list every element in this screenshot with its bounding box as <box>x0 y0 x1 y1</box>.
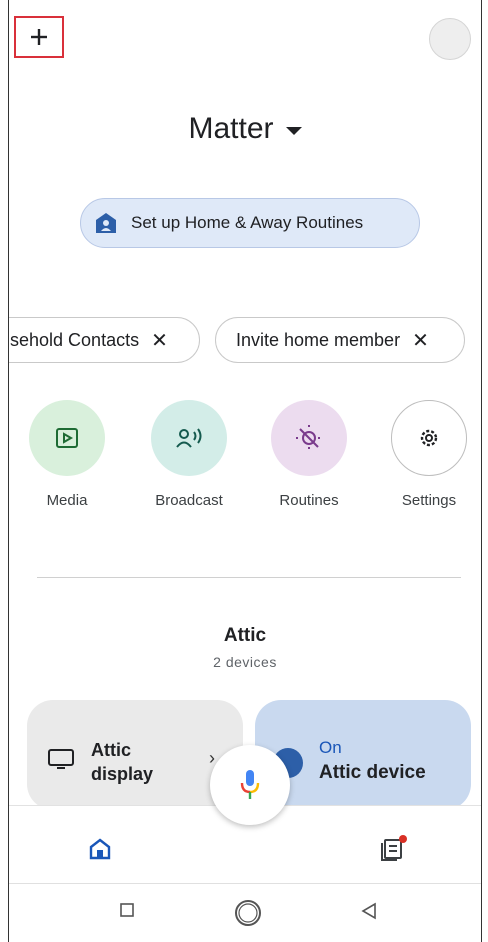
routines-sun-icon <box>296 425 322 451</box>
display-icon <box>48 749 74 769</box>
action-label: Settings <box>401 492 457 509</box>
feed-icon[interactable] <box>379 834 409 862</box>
action-broadcast[interactable]: Broadcast <box>144 400 234 509</box>
add-button[interactable] <box>14 16 64 58</box>
gear-icon <box>420 429 438 447</box>
dropdown-caret-icon <box>285 127 302 135</box>
home-person-icon <box>96 213 116 233</box>
broadcast-button[interactable] <box>151 400 227 476</box>
broadcast-icon <box>176 428 202 448</box>
action-settings[interactable]: Settings <box>384 400 474 509</box>
close-icon[interactable]: ✕ <box>151 328 168 353</box>
home-icon[interactable] <box>89 838 111 860</box>
system-navigation-bar <box>9 883 481 942</box>
media-button[interactable] <box>29 400 105 476</box>
chip-label: sehold Contacts <box>10 329 140 350</box>
home-away-routines-banner[interactable]: Set up Home & Away Routines <box>80 198 420 248</box>
routines-button[interactable] <box>271 400 347 476</box>
section-divider <box>37 577 461 578</box>
device-name: Attic display <box>91 740 154 784</box>
action-media[interactable]: Media <box>22 400 112 509</box>
microphone-icon <box>240 770 260 799</box>
voice-assistant-button[interactable] <box>210 745 290 825</box>
recents-square-icon[interactable] <box>119 902 135 918</box>
home-circle-icon[interactable] <box>233 898 263 928</box>
action-label: Media <box>46 492 88 509</box>
settings-button[interactable] <box>391 400 467 476</box>
plus-icon <box>31 29 47 45</box>
action-label: Broadcast <box>155 492 223 509</box>
device-status: On <box>319 738 342 757</box>
account-avatar[interactable] <box>429 18 471 60</box>
home-title: Matter <box>188 112 274 145</box>
close-icon[interactable]: ✕ <box>412 328 429 353</box>
room-device-count: 2 devices <box>213 654 277 670</box>
device-name: Attic device <box>319 762 426 783</box>
app-frame: Matter Set up Home & Away Routines sehol… <box>8 0 482 942</box>
chip-label: Invite home member <box>236 329 401 350</box>
room-title: Attic <box>223 625 267 646</box>
action-routines[interactable]: Routines <box>264 400 354 509</box>
chip-household-contacts[interactable]: sehold Contacts ✕ <box>9 317 200 363</box>
routine-banner-label: Set up Home & Away Routines <box>131 213 364 232</box>
back-triangle-icon[interactable] <box>361 902 377 920</box>
media-play-icon <box>56 428 78 448</box>
chip-invite-home-member[interactable]: Invite home member ✕ <box>215 317 465 363</box>
home-selector[interactable]: Matter <box>9 112 481 146</box>
action-label: Routines <box>279 492 339 509</box>
